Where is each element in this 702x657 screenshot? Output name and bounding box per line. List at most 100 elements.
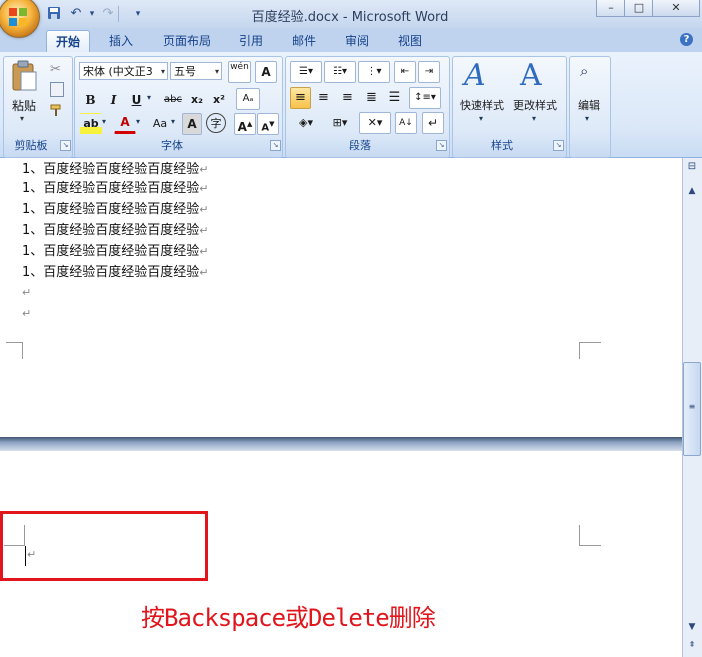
highlight-dropdown-icon[interactable]: ▾ bbox=[102, 117, 106, 126]
change-styles-button[interactable]: 更改样式 bbox=[508, 97, 562, 113]
redo-icon[interactable]: ↷ bbox=[100, 6, 116, 22]
numbering-button[interactable]: ☷▾ bbox=[324, 61, 356, 83]
align-left-button[interactable]: ≡ bbox=[290, 87, 311, 109]
editing-button[interactable]: 编辑 bbox=[571, 97, 607, 113]
qat-customize-icon[interactable]: ▾ bbox=[130, 6, 146, 22]
change-case-dropdown-icon[interactable]: ▾ bbox=[171, 117, 175, 126]
shading-button[interactable]: ◈▾ bbox=[290, 112, 322, 134]
font-color-button[interactable]: A bbox=[114, 113, 136, 134]
borders-button[interactable]: ⊞▾ bbox=[324, 112, 356, 134]
scroll-up-icon[interactable]: ▲ bbox=[684, 184, 700, 198]
paste-button[interactable]: 粘贴 bbox=[10, 97, 38, 114]
align-right-button[interactable]: ≡ bbox=[337, 87, 358, 109]
previous-page-icon[interactable]: ⇞ bbox=[684, 638, 700, 652]
document-line: 1、百度经验百度经验百度经验↵ bbox=[22, 242, 209, 262]
font-size-select[interactable]: 五号 ▾ bbox=[170, 62, 222, 80]
underline-button[interactable]: U bbox=[126, 89, 147, 111]
underline-dropdown-icon[interactable]: ▾ bbox=[147, 93, 151, 102]
save-icon[interactable] bbox=[46, 6, 62, 22]
bullets-button[interactable]: ☰▾ bbox=[290, 61, 322, 83]
show-marks-button[interactable]: ↵ bbox=[422, 112, 444, 134]
distributed-button[interactable]: ☰ bbox=[384, 87, 405, 109]
line-spacing-button[interactable]: ↕≡▾ bbox=[409, 87, 441, 109]
phonetic-guide-button[interactable]: wén bbox=[228, 61, 251, 83]
decrease-indent-button[interactable]: ⇤ bbox=[394, 61, 416, 83]
grow-font-button[interactable]: A▲ bbox=[234, 113, 256, 135]
paste-icon[interactable] bbox=[10, 60, 38, 94]
scroll-down-icon[interactable]: ▼ bbox=[684, 620, 700, 634]
undo-icon[interactable]: ↶ bbox=[68, 6, 84, 22]
cut-icon[interactable]: ✂ bbox=[50, 62, 61, 77]
justify-button[interactable]: ≣ bbox=[361, 87, 382, 109]
paragraph-mark: ↵ bbox=[199, 245, 209, 258]
document-line: 1、百度经验百度经验百度经验↵ bbox=[22, 160, 209, 180]
quick-styles-button[interactable]: 快速样式 bbox=[456, 97, 508, 113]
crop-mark bbox=[6, 342, 23, 359]
bold-button[interactable]: B bbox=[80, 89, 101, 111]
close-button[interactable]: ✕ bbox=[652, 0, 700, 17]
styles-group-label: 样式 bbox=[491, 139, 513, 152]
italic-button[interactable]: I bbox=[103, 89, 124, 111]
chinese-layout-button[interactable]: ✕▾ bbox=[359, 112, 391, 134]
copy-icon[interactable] bbox=[50, 82, 64, 97]
paragraph-mark: ↵ bbox=[199, 182, 209, 195]
clipboard-group-label: 剪贴板 bbox=[14, 139, 48, 152]
maximize-button[interactable]: □ bbox=[624, 0, 654, 17]
subscript-button[interactable]: x₂ bbox=[186, 89, 208, 111]
line-text: 1、百度经验百度经验百度经验 bbox=[22, 244, 200, 259]
paste-dropdown-icon[interactable]: ▾ bbox=[20, 114, 24, 123]
quick-styles-icon[interactable]: A bbox=[464, 58, 486, 93]
ruler-toggle-icon[interactable]: ⊟ bbox=[684, 160, 700, 174]
editing-dropdown-icon[interactable]: ▾ bbox=[585, 114, 589, 123]
shrink-font-button[interactable]: A▼ bbox=[257, 113, 279, 135]
crop-mark bbox=[579, 342, 601, 359]
line-text: 1、百度经验百度经验百度经验 bbox=[22, 162, 200, 177]
quick-styles-dropdown-icon[interactable]: ▾ bbox=[479, 114, 483, 123]
line-text: 1、百度经验百度经验百度经验 bbox=[22, 223, 200, 238]
tab-home[interactable]: 开始 bbox=[46, 30, 90, 53]
paragraph-mark: ↵ bbox=[199, 224, 209, 237]
clipboard-launcher-icon[interactable]: ↘ bbox=[60, 140, 71, 151]
font-launcher-icon[interactable]: ↘ bbox=[270, 140, 281, 151]
char-shading-button[interactable]: A bbox=[182, 113, 202, 135]
paragraph-mark: ↵ bbox=[199, 266, 209, 279]
office-logo-icon bbox=[9, 8, 27, 26]
tab-page-layout[interactable]: 页面布局 bbox=[156, 30, 218, 52]
minimize-button[interactable]: – bbox=[596, 0, 626, 17]
binoculars-icon[interactable]: ⌕ bbox=[580, 62, 588, 80]
tab-view[interactable]: 视图 bbox=[389, 30, 431, 52]
grow-font-label: A bbox=[237, 120, 247, 134]
highlight-button[interactable]: ab bbox=[80, 113, 102, 135]
tab-insert[interactable]: 插入 bbox=[100, 30, 142, 52]
styles-launcher-icon[interactable]: ↘ bbox=[553, 140, 564, 151]
change-case-button[interactable]: Aa bbox=[147, 113, 173, 135]
window-title: 百度经验.docx - Microsoft Word bbox=[251, 10, 449, 25]
paragraph-launcher-icon[interactable]: ↘ bbox=[436, 140, 447, 151]
enclose-chars-button[interactable]: 字 bbox=[206, 113, 226, 133]
align-center-button[interactable]: ≡ bbox=[313, 87, 334, 109]
scroll-thumb-grip-icon: ≡ bbox=[688, 402, 696, 411]
tab-review[interactable]: 审阅 bbox=[336, 30, 378, 52]
tab-references[interactable]: 引用 bbox=[230, 30, 272, 52]
help-icon[interactable]: ? bbox=[680, 33, 693, 46]
superscript-button[interactable]: x² bbox=[208, 89, 230, 111]
sort-button[interactable]: A↓ bbox=[395, 112, 417, 134]
strikethrough-button[interactable]: abc bbox=[160, 89, 186, 111]
paragraph-mark: ↵ bbox=[199, 163, 209, 176]
font-name-select[interactable]: 宋体 (中文正3 ▾ bbox=[79, 62, 168, 80]
change-styles-icon[interactable]: A bbox=[520, 58, 542, 93]
font-group-label: 字体 bbox=[161, 139, 183, 152]
clear-formatting-button[interactable]: Aₐ bbox=[236, 88, 260, 110]
format-painter-icon[interactable] bbox=[50, 104, 63, 117]
change-styles-dropdown-icon[interactable]: ▾ bbox=[532, 114, 536, 123]
empty-paragraph-mark: ↵ bbox=[22, 286, 32, 299]
char-border-button[interactable]: A bbox=[255, 61, 277, 83]
font-size-value: 五号 bbox=[174, 65, 196, 78]
multilevel-list-button[interactable]: ⋮▾ bbox=[358, 61, 390, 83]
font-color-dropdown-icon[interactable]: ▾ bbox=[136, 117, 140, 126]
undo-dropdown-icon[interactable]: ▾ bbox=[84, 6, 100, 22]
increase-indent-button[interactable]: ⇥ bbox=[418, 61, 440, 83]
line-text: 1、百度经验百度经验百度经验 bbox=[22, 202, 200, 217]
line-text: 1、百度经验百度经验百度经验 bbox=[22, 181, 200, 196]
tab-mailings[interactable]: 邮件 bbox=[283, 30, 325, 52]
